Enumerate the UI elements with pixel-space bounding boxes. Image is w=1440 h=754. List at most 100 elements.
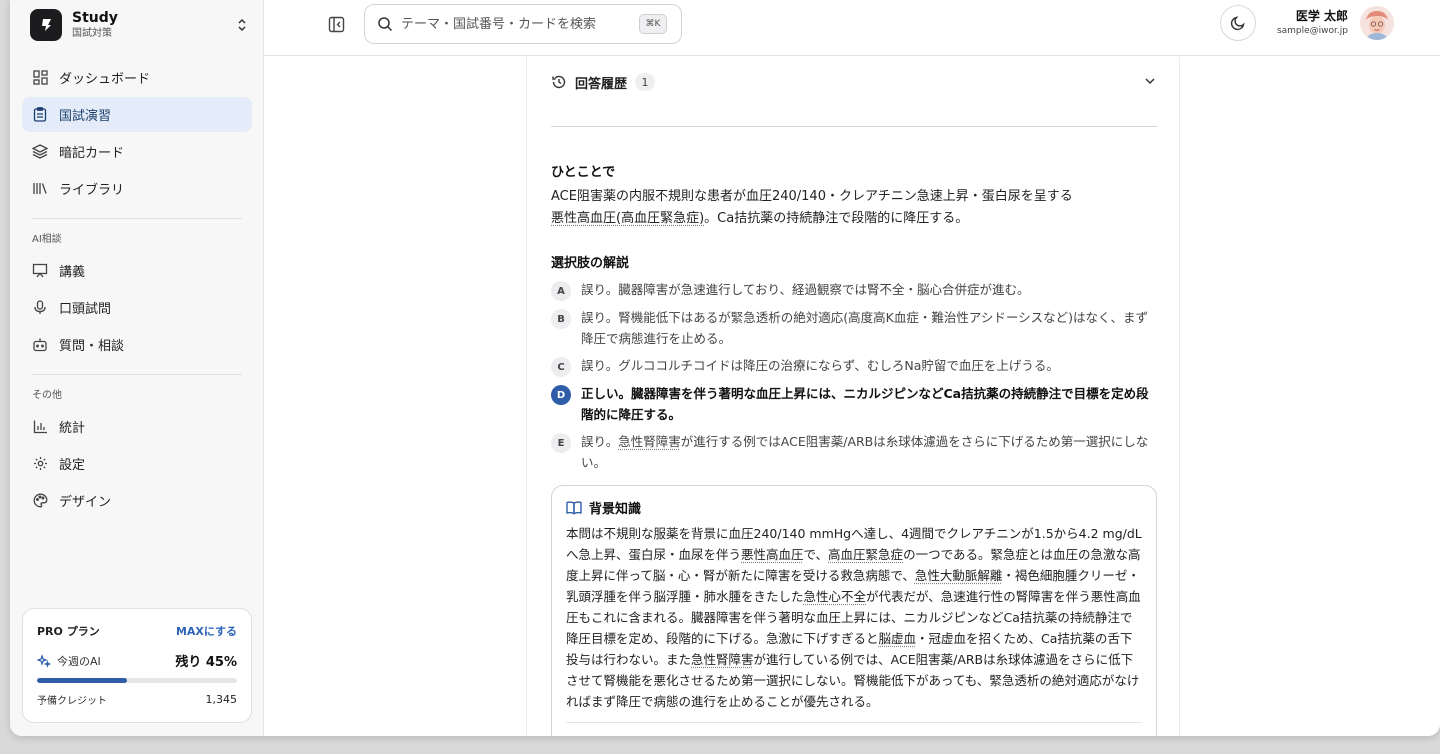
nav-divider xyxy=(32,374,242,375)
choice-text: 誤り。急性腎障害が進行する例ではACE阻害薬/ARBは糸球体濾過をさらに下げるた… xyxy=(581,431,1157,473)
plan-ai-label-wrap: 今週のAI xyxy=(37,653,101,669)
clipboard-icon xyxy=(32,107,48,123)
choice-item-c: C 誤り。グルココルチコイドは降圧の治療にならず、むしろNa貯留で血圧を上げうる… xyxy=(551,355,1157,377)
sidebar-item-exam-practice[interactable]: 国試演習 xyxy=(22,97,252,132)
sidebar-item-label: 国試演習 xyxy=(59,109,112,124)
moon-icon xyxy=(1230,16,1245,31)
choice-text: 正しい。臓器障害を伴う著明な血圧上昇には、ニカルジピンなどCa拮抗薬の持続静注で… xyxy=(581,386,1149,422)
brand-title: Study xyxy=(72,10,118,26)
ai-usage-progress-fill xyxy=(37,678,127,683)
sidebar-item-flashcards[interactable]: 暗記カード xyxy=(22,134,252,169)
choice-badge: B xyxy=(551,309,571,329)
sidebar-item-label: 暗記カード xyxy=(59,146,125,161)
nav-divider xyxy=(32,218,242,219)
sidebar-item-oral-exam[interactable]: 口頭試問 xyxy=(22,290,252,325)
plan-credit: 予備クレジット 1,345 xyxy=(37,692,237,707)
sidebar-toggle-button[interactable] xyxy=(326,14,346,34)
sidebar-item-settings[interactable]: 設定 xyxy=(22,446,252,481)
summary-line1: ACE阻害薬の内服不規則な患者が血圧240/140・クレアチニン急速上昇・蛋白尿… xyxy=(551,189,1073,204)
bg-term[interactable]: 急性腎障害 xyxy=(691,652,754,667)
choice-text-pre: 誤り。 xyxy=(581,434,619,449)
upgrade-link[interactable]: MAXにする xyxy=(176,623,237,639)
sidebar-item-dashboard[interactable]: ダッシュボード xyxy=(22,60,252,95)
summary-title: ひとことで xyxy=(551,165,616,180)
main-content: 回答履歴 1 ひとことで ACE阻害薬の内服不規則な患者が血圧240/140・ク… xyxy=(264,57,1440,736)
summary-section: ひとことで ACE阻害薬の内服不規則な患者が血圧240/140・クレアチニン急速… xyxy=(551,161,1157,230)
plan-ai-usage: 今週のAI 残り 45% xyxy=(37,651,237,670)
sidebar-item-label: 講義 xyxy=(59,265,86,280)
presentation-icon xyxy=(32,263,48,279)
brand-text: Study 国試対策 xyxy=(72,10,234,40)
nav-section-other: その他 xyxy=(32,390,62,401)
ai-usage-progress xyxy=(37,678,237,683)
brand-logo-icon xyxy=(30,9,62,41)
sidebar-toggle-icon xyxy=(328,16,344,32)
app-window: Study 国試対策 ダッシュボード 国試演習 暗記カード ライブラリ AI相談… xyxy=(10,0,1440,736)
mic-icon xyxy=(32,300,48,316)
choice-term[interactable]: 急性腎障害 xyxy=(618,434,681,449)
sidebar-nav: ダッシュボード 国試演習 暗記カード ライブラリ AI相談 講義 口頭試問 質問… xyxy=(22,60,252,520)
summary-line2: 。Ca拮抗薬の持続静注で段階的に降圧する。 xyxy=(704,211,969,226)
answer-history-header[interactable]: 回答履歴 1 xyxy=(551,57,1157,127)
user-email: sample@iwor.jp xyxy=(1276,26,1348,36)
plan-remaining: 残り 45% xyxy=(175,655,237,670)
user-name: 医学 太郎 xyxy=(1295,9,1348,23)
bg-term[interactable]: 急性大動脈解離 xyxy=(915,568,1003,583)
history-icon xyxy=(552,75,566,89)
plan-header: PRO プラン MAXにする xyxy=(37,623,237,639)
choice-badge: D xyxy=(551,385,571,405)
bar-chart-icon xyxy=(32,419,48,435)
grid-icon xyxy=(32,70,48,86)
summary-term[interactable]: 悪性高血圧(高血圧緊急症) xyxy=(551,211,704,226)
choices-title: 選択肢の解説 xyxy=(551,256,630,271)
choice-list: A 誤り。臓器障害が急速進行しており、経過観察では腎不全・脳心合併症が進む。 B… xyxy=(551,279,1157,473)
gear-icon xyxy=(32,456,48,472)
nav-section-ai: AI相談 xyxy=(32,234,62,245)
search-input[interactable] xyxy=(401,16,633,32)
choice-item-b: B 誤り。腎機能低下はあるが緊急透析の絶対適応(高度高K血症・難治性アシドーシス… xyxy=(551,307,1157,349)
search-box[interactable]: ⌘K xyxy=(364,4,682,44)
avatar[interactable] xyxy=(1360,6,1394,40)
choice-text: 誤り。グルココルチコイドは降圧の治療にならず、むしろNa貯留で血圧を上げうる。 xyxy=(581,358,1059,373)
brand[interactable]: Study 国試対策 xyxy=(30,8,250,42)
choice-item-e: E 誤り。急性腎障害が進行する例ではACE阻害薬/ARBは糸球体濾過をさらに下げ… xyxy=(551,431,1157,473)
plan-name: PRO プラン xyxy=(37,625,100,638)
chevron-up-down-icon[interactable] xyxy=(234,17,250,33)
background-knowledge-text: 本問は不規則な服薬を背景に血圧240/140 mmHgへ達し、4週間でクレアチニ… xyxy=(566,523,1142,712)
background-knowledge-title: 背景知識 xyxy=(589,502,642,517)
choice-badge: C xyxy=(551,357,571,377)
bg-term[interactable]: 脳虚血 xyxy=(879,631,917,646)
choice-badge: A xyxy=(551,281,571,301)
user-info[interactable]: 医学 太郎 sample@iwor.jp xyxy=(1268,8,1348,38)
book-open-icon xyxy=(566,501,582,515)
card-divider xyxy=(566,722,1142,723)
sidebar-item-design[interactable]: デザイン xyxy=(22,483,252,518)
plan-credit-label: 予備クレジット xyxy=(37,696,107,707)
question-explanation-column: 回答履歴 1 ひとことで ACE阻害薬の内服不規則な患者が血圧240/140・ク… xyxy=(526,57,1180,736)
bg-term[interactable]: 急性心不全 xyxy=(804,589,867,604)
explanation-inner: 回答履歴 1 ひとことで ACE阻害薬の内服不規則な患者が血圧240/140・ク… xyxy=(551,57,1157,736)
bg-text-part: で、 xyxy=(803,547,829,562)
sidebar-item-lecture[interactable]: 講義 xyxy=(22,253,252,288)
summary-text: ACE阻害薬の内服不規則な患者が血圧240/140・クレアチニン急速上昇・蛋白尿… xyxy=(551,186,1157,230)
bg-term[interactable]: 高血圧緊急症 xyxy=(828,547,903,562)
sidebar-item-stats[interactable]: 統計 xyxy=(22,409,252,444)
layers-icon xyxy=(32,144,48,160)
choice-item-d-correct: D 正しい。臓器障害を伴う著明な血圧上昇には、ニカルジピンなどCa拮抗薬の持続静… xyxy=(551,383,1157,425)
search-icon xyxy=(378,17,393,32)
sidebar-item-label: 統計 xyxy=(59,421,86,436)
bg-term[interactable]: 悪性高血圧 xyxy=(741,547,804,562)
bot-icon xyxy=(32,337,48,353)
chevron-down-icon[interactable] xyxy=(1143,74,1157,88)
choice-badge: E xyxy=(551,433,571,453)
sidebar-item-consult[interactable]: 質問・相談 xyxy=(22,327,252,362)
theme-toggle-button[interactable] xyxy=(1220,5,1256,41)
choice-item-a: A 誤り。臓器障害が急速進行しており、経過観察では腎不全・脳心合併症が進む。 xyxy=(551,279,1157,301)
answer-history-label: 回答履歴 xyxy=(575,77,628,92)
sidebar-item-label: デザイン xyxy=(59,495,112,510)
plan-ai-label: 今週のAI xyxy=(57,654,101,668)
brand-subtitle: 国試対策 xyxy=(72,28,112,39)
sidebar-item-library[interactable]: ライブラリ xyxy=(22,171,252,206)
choices-section: 選択肢の解説 A 誤り。臓器障害が急速進行しており、経過観察では腎不全・脳心合併… xyxy=(551,252,1157,473)
plan-card: PRO プラン MAXにする 今週のAI 残り 45% 予備クレジット 1,34… xyxy=(22,608,252,723)
